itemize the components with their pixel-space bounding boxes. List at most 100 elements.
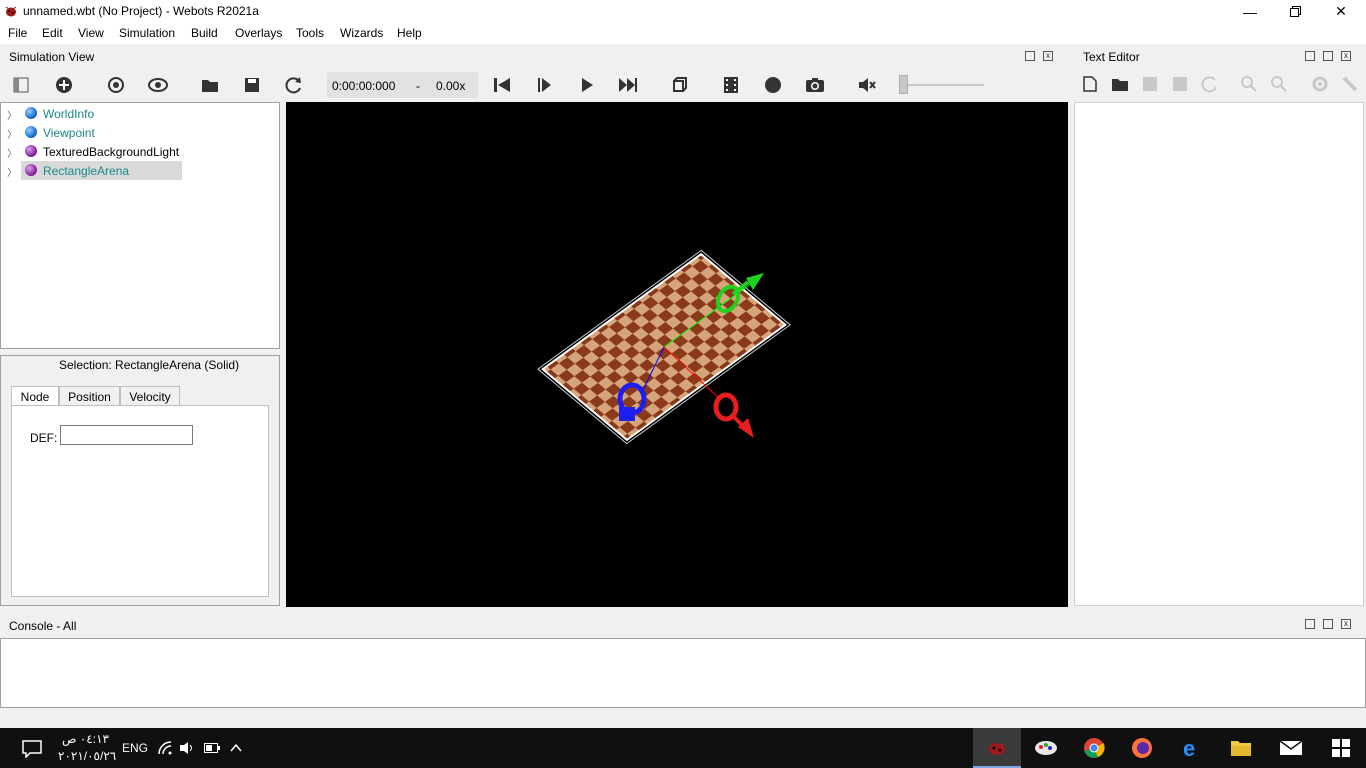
reset-viewpoint-icon[interactable] xyxy=(105,74,127,96)
window-title: unnamed.wbt (No Project) - Webots R2021a xyxy=(23,4,259,18)
tree-item-texturedbackgroundlight[interactable]: 〉 TexturedBackgroundLight xyxy=(1,142,281,161)
close-panel-icon[interactable]: x xyxy=(1341,619,1351,629)
eye-icon[interactable] xyxy=(147,74,169,96)
edge-task-icon[interactable]: e xyxy=(1168,728,1216,768)
movie-icon[interactable] xyxy=(720,74,742,96)
menu-file[interactable]: File xyxy=(8,26,27,40)
console-output[interactable] xyxy=(0,638,1366,708)
cube-icon[interactable] xyxy=(668,74,690,96)
save-icon[interactable] xyxy=(1139,73,1161,95)
node-sphere-icon xyxy=(25,164,37,176)
menu-tools[interactable]: Tools xyxy=(296,26,324,40)
title-bar: unnamed.wbt (No Project) - Webots R2021a… xyxy=(0,0,1366,23)
notification-icon[interactable] xyxy=(22,740,42,761)
scene-tree: 〉 WorldInfo 〉 Viewpoint 〉 TexturedBackgr… xyxy=(0,102,280,349)
tree-item-rectanglearena[interactable]: 〉 RectangleArena xyxy=(1,161,281,180)
record-icon[interactable] xyxy=(762,74,784,96)
file-explorer-task-icon[interactable] xyxy=(1217,728,1265,768)
undock-icon[interactable] xyxy=(1305,51,1315,61)
time-separator: - xyxy=(416,79,420,93)
new-file-icon[interactable] xyxy=(1079,73,1101,95)
language-indicator[interactable]: ENG xyxy=(122,741,148,755)
menu-help[interactable]: Help xyxy=(397,26,422,40)
maximize-panel-icon[interactable] xyxy=(1323,51,1333,61)
menu-view[interactable]: View xyxy=(78,26,104,40)
undock-icon[interactable] xyxy=(1025,51,1035,61)
gear-icon[interactable] xyxy=(1309,73,1331,95)
folder-open-icon[interactable] xyxy=(1109,73,1131,95)
simulation-time-display: 0:00:00:000 - 0.00x xyxy=(327,72,478,98)
search-icon[interactable] xyxy=(1238,73,1260,95)
webots-logo-icon xyxy=(4,4,18,18)
undock-icon[interactable] xyxy=(1305,619,1315,629)
menu-wizards[interactable]: Wizards xyxy=(340,26,383,40)
chevron-right-icon[interactable]: 〉 xyxy=(7,107,17,122)
maximize-panel-icon[interactable] xyxy=(1323,619,1333,629)
minimize-button[interactable]: — xyxy=(1227,0,1273,23)
windows-taskbar: ٠٤:١٣ ص ٢٠٢١/٠٥/٢٦ ENG e xyxy=(0,728,1366,768)
save-as-icon[interactable] xyxy=(1169,73,1191,95)
revert-icon[interactable] xyxy=(1199,73,1221,95)
text-editor-title: Text Editor xyxy=(1083,50,1140,64)
node-sphere-icon xyxy=(25,126,37,138)
paint-task-icon[interactable] xyxy=(1022,728,1070,768)
replace-icon[interactable] xyxy=(1268,73,1290,95)
reload-icon[interactable] xyxy=(283,74,305,96)
def-field[interactable] xyxy=(60,425,193,445)
chevron-right-icon[interactable]: 〉 xyxy=(7,126,17,141)
tab-position[interactable]: Position xyxy=(59,386,120,406)
add-node-icon[interactable] xyxy=(53,74,75,96)
chrome-task-icon[interactable] xyxy=(1070,728,1118,768)
save-icon[interactable] xyxy=(241,74,263,96)
tree-item-viewpoint[interactable]: 〉 Viewpoint xyxy=(1,123,281,142)
chevron-right-icon[interactable]: 〉 xyxy=(7,145,17,160)
svg-text:e: e xyxy=(1183,737,1195,759)
menu-build[interactable]: Build xyxy=(191,26,218,40)
clock-time[interactable]: ٠٤:١٣ ص xyxy=(62,732,109,746)
tree-item-label: TexturedBackgroundLight xyxy=(43,145,180,159)
tree-item-label: RectangleArena xyxy=(43,164,130,178)
tab-content: DEF: xyxy=(11,405,269,597)
restore-button[interactable] xyxy=(1272,0,1318,23)
clock-date[interactable]: ٢٠٢١/٠٥/٢٦ xyxy=(58,749,116,763)
3d-viewport[interactable] xyxy=(286,102,1068,607)
folder-open-icon[interactable] xyxy=(199,74,221,96)
close-panel-icon[interactable]: x xyxy=(1341,51,1351,61)
tree-item-label: WorldInfo xyxy=(43,107,95,121)
mail-task-icon[interactable] xyxy=(1267,728,1315,768)
webots-task-icon[interactable] xyxy=(973,728,1021,768)
tree-item-worldinfo[interactable]: 〉 WorldInfo xyxy=(1,104,281,123)
menu-bar: File Edit View Simulation Build Overlays… xyxy=(0,23,1366,44)
menu-overlays[interactable]: Overlays xyxy=(235,26,282,40)
simulation-time: 0:00:00:000 xyxy=(332,79,396,93)
volume-icon[interactable] xyxy=(179,741,197,758)
clean-icon[interactable] xyxy=(1339,73,1361,95)
arena-render xyxy=(537,249,791,445)
def-label: DEF: xyxy=(30,431,58,445)
speaker-mute-icon[interactable] xyxy=(856,74,878,96)
tab-node[interactable]: Node xyxy=(11,386,59,407)
step-icon[interactable] xyxy=(533,74,555,96)
text-editor-area[interactable] xyxy=(1074,102,1364,606)
tab-velocity[interactable]: Velocity xyxy=(120,386,180,406)
play-icon[interactable] xyxy=(576,74,598,96)
wifi-icon[interactable] xyxy=(158,741,174,758)
field-editor-panel: Selection: RectangleArena (Solid) Node P… xyxy=(0,355,280,606)
close-panel-icon[interactable]: x xyxy=(1043,51,1053,61)
panel-toggle-icon[interactable] xyxy=(10,74,32,96)
fast-forward-icon[interactable] xyxy=(617,74,639,96)
chevron-right-icon[interactable]: 〉 xyxy=(7,164,17,179)
volume-slider-handle[interactable] xyxy=(899,75,908,94)
menu-edit[interactable]: Edit xyxy=(42,26,63,40)
battery-icon[interactable] xyxy=(204,742,220,757)
console-title: Console - All xyxy=(9,619,77,633)
reset-simulation-icon[interactable] xyxy=(491,74,513,96)
camera-icon[interactable] xyxy=(804,74,826,96)
menu-simulation[interactable]: Simulation xyxy=(119,26,175,40)
chevron-up-icon[interactable] xyxy=(230,742,242,756)
volume-slider-track[interactable] xyxy=(902,84,984,86)
windows-start-icon[interactable] xyxy=(1317,728,1365,768)
firefox-task-icon[interactable] xyxy=(1118,728,1166,768)
close-button[interactable]: ✕ xyxy=(1318,0,1364,23)
selection-label: Selection: RectangleArena (Solid) xyxy=(59,358,240,372)
